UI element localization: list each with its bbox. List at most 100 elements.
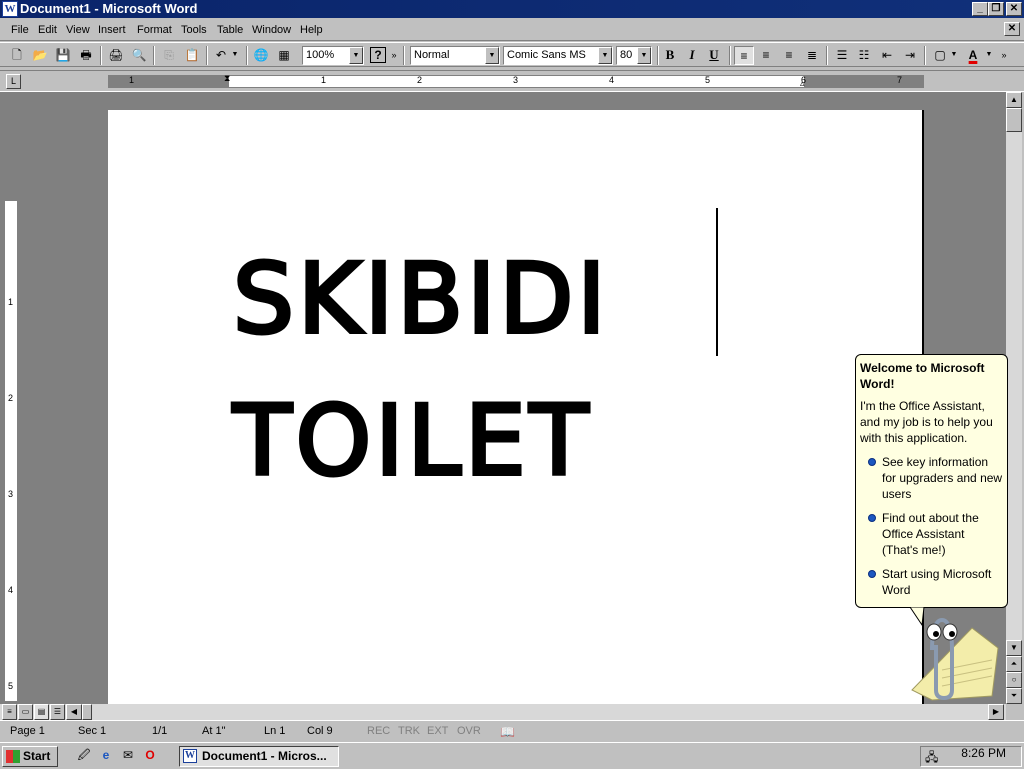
document-text[interactable]: SKIBIDI TOILET (231, 228, 610, 512)
menu-help[interactable]: Help (300, 24, 323, 36)
increase-indent-icon[interactable]: ⇥ (900, 46, 920, 65)
restore-button[interactable]: ❐ (988, 2, 1004, 16)
status-ovr[interactable]: OVR (457, 725, 481, 737)
browse-object-icon[interactable]: ○ (1006, 672, 1022, 688)
vertical-scrollbar[interactable]: ▲ ▼ ⏶ ○ ⏷ (1006, 92, 1022, 704)
tray-monitor-icon[interactable]: 🖧 (925, 748, 938, 769)
scroll-right-icon[interactable]: ▶ (988, 704, 1004, 720)
document-line-1[interactable]: SKIBIDI (231, 228, 610, 370)
tab-selector[interactable]: L (6, 74, 21, 89)
horizontal-scrollbar[interactable]: ≡ ▭ ▤ ☰ ◀ ▶ (0, 704, 1006, 720)
web-icon[interactable]: 🌐 (251, 46, 271, 65)
scroll-thumb[interactable] (1006, 108, 1022, 132)
menu-edit[interactable]: Edit (38, 24, 57, 36)
right-indent-marker-icon[interactable]: ▵ (800, 78, 805, 89)
clippy-icon[interactable] (902, 610, 1002, 702)
new-icon[interactable]: 🗋 (7, 46, 27, 65)
title-bar[interactable]: W Document1 - Microsoft Word _ ❐ ✕ (0, 0, 1024, 18)
menu-view[interactable]: View (66, 24, 90, 36)
document-line-2[interactable]: TOILET (231, 370, 610, 512)
outline-view-icon[interactable]: ☰ (50, 704, 65, 720)
numbered-list-icon[interactable]: ☰ (832, 46, 852, 65)
menu-tools[interactable]: Tools (181, 24, 207, 36)
print-preview-icon[interactable]: 🖶 (76, 46, 96, 65)
chevron-down-icon[interactable]: ▼ (349, 47, 363, 64)
style-select[interactable]: Normal ▼ (410, 46, 500, 65)
font-select[interactable]: Comic Sans MS ▼ (503, 46, 613, 65)
scroll-left-icon[interactable]: ◀ (66, 704, 82, 720)
save-icon[interactable]: 💾 (53, 46, 73, 65)
align-right-icon[interactable]: ≡ (779, 46, 799, 65)
web-layout-icon[interactable]: ▭ (18, 704, 33, 720)
help-icon[interactable]: ? (368, 46, 388, 65)
ruler-bar[interactable]: 1 1 2 3 4 5 6 7 ⧗ ▵ (108, 73, 924, 89)
chevron-down-icon[interactable]: ▼ (485, 47, 499, 64)
menu-window[interactable]: Window (252, 24, 291, 36)
task-word-document[interactable]: W Document1 - Micros... (179, 746, 339, 767)
hscroll-thumb[interactable] (82, 704, 92, 720)
normal-view-icon[interactable]: ≡ (2, 704, 17, 720)
preview-icon[interactable]: 🔍 (129, 46, 149, 65)
menu-format[interactable]: Format (137, 24, 172, 36)
menu-table[interactable]: Table (217, 24, 243, 36)
toolbar-separator (657, 46, 659, 65)
outlook-icon[interactable]: ✉ (118, 746, 138, 765)
more-buttons-icon[interactable]: » (388, 46, 400, 65)
next-page-icon[interactable]: ⏷ (1006, 688, 1022, 704)
previous-page-icon[interactable]: ⏶ (1006, 656, 1022, 672)
table-icon[interactable]: ▦ (274, 46, 294, 65)
align-left-icon[interactable]: ≡ (734, 46, 754, 65)
balloon-option-assistant[interactable]: Find out about the Office Assistant (Tha… (860, 510, 1003, 558)
horizontal-ruler[interactable]: L 1 1 2 3 4 5 6 7 ⧗ ▵ (0, 70, 1024, 92)
zoom-select[interactable]: 100% ▼ (302, 46, 364, 65)
underline-button[interactable]: U (704, 46, 724, 65)
document-page[interactable]: SKIBIDI TOILET (108, 110, 924, 704)
word-app-icon[interactable]: W (2, 1, 18, 17)
undo-icon[interactable]: ↶ (211, 46, 231, 65)
border-dropdown-icon[interactable]: ▼ (948, 46, 960, 65)
font-color-dropdown-icon[interactable]: ▼ (983, 46, 995, 65)
print-icon[interactable]: 🖨 (106, 46, 126, 65)
font-color-button[interactable]: A (963, 46, 983, 65)
chevron-down-icon[interactable]: ▼ (598, 47, 612, 64)
status-rec[interactable]: REC (367, 725, 390, 737)
bullet-icon (868, 458, 876, 466)
status-trk[interactable]: TRK (398, 725, 420, 737)
copy-icon[interactable]: ⎘ (159, 46, 179, 65)
status-ext[interactable]: EXT (427, 725, 448, 737)
bulleted-list-icon[interactable]: ☷ (854, 46, 874, 65)
undo-dropdown-icon[interactable]: ▼ (229, 46, 241, 65)
font-size-select[interactable]: 80 ▼ (616, 46, 652, 65)
spelling-book-icon[interactable]: 📖 (500, 725, 515, 739)
menu-file[interactable]: File (11, 24, 29, 36)
balloon-option-start[interactable]: Start using Microsoft Word (860, 566, 1003, 598)
close-button[interactable]: ✕ (1006, 2, 1022, 16)
print-layout-icon[interactable]: ▤ (34, 704, 49, 720)
start-button[interactable]: Start (2, 746, 58, 767)
bullet-icon (868, 570, 876, 578)
opera-icon[interactable]: O (140, 746, 160, 765)
more-buttons-icon[interactable]: » (998, 46, 1010, 65)
balloon-option-upgraders[interactable]: See key information for upgraders and ne… (860, 454, 1003, 502)
desktop-icon[interactable]: 🖉 (74, 746, 94, 765)
paste-icon[interactable]: 📋 (182, 46, 202, 65)
open-icon[interactable]: 📂 (30, 46, 50, 65)
clock[interactable]: 8:26 PM (961, 746, 1006, 760)
chevron-down-icon[interactable]: ▼ (637, 47, 651, 64)
status-pages: 1/1 (152, 725, 168, 737)
decrease-indent-icon[interactable]: ⇤ (877, 46, 897, 65)
scroll-up-icon[interactable]: ▲ (1006, 92, 1022, 108)
indent-marker-icon[interactable]: ⧗ (224, 73, 230, 84)
justify-icon[interactable]: ≣ (802, 46, 822, 65)
align-center-icon[interactable]: ≡ (756, 46, 776, 65)
vertical-ruler[interactable]: 1 2 3 4 5 (4, 102, 18, 702)
scroll-down-icon[interactable]: ▼ (1006, 640, 1022, 656)
menu-insert[interactable]: Insert (98, 24, 126, 36)
minimize-button[interactable]: _ (972, 2, 988, 16)
bold-button[interactable]: B (660, 46, 680, 65)
italic-button[interactable]: I (682, 46, 702, 65)
ie-icon[interactable]: e (96, 746, 116, 765)
toolbar-separator (729, 46, 731, 65)
border-icon[interactable]: ▢ (930, 46, 950, 65)
document-close-button[interactable]: ✕ (1004, 22, 1020, 36)
